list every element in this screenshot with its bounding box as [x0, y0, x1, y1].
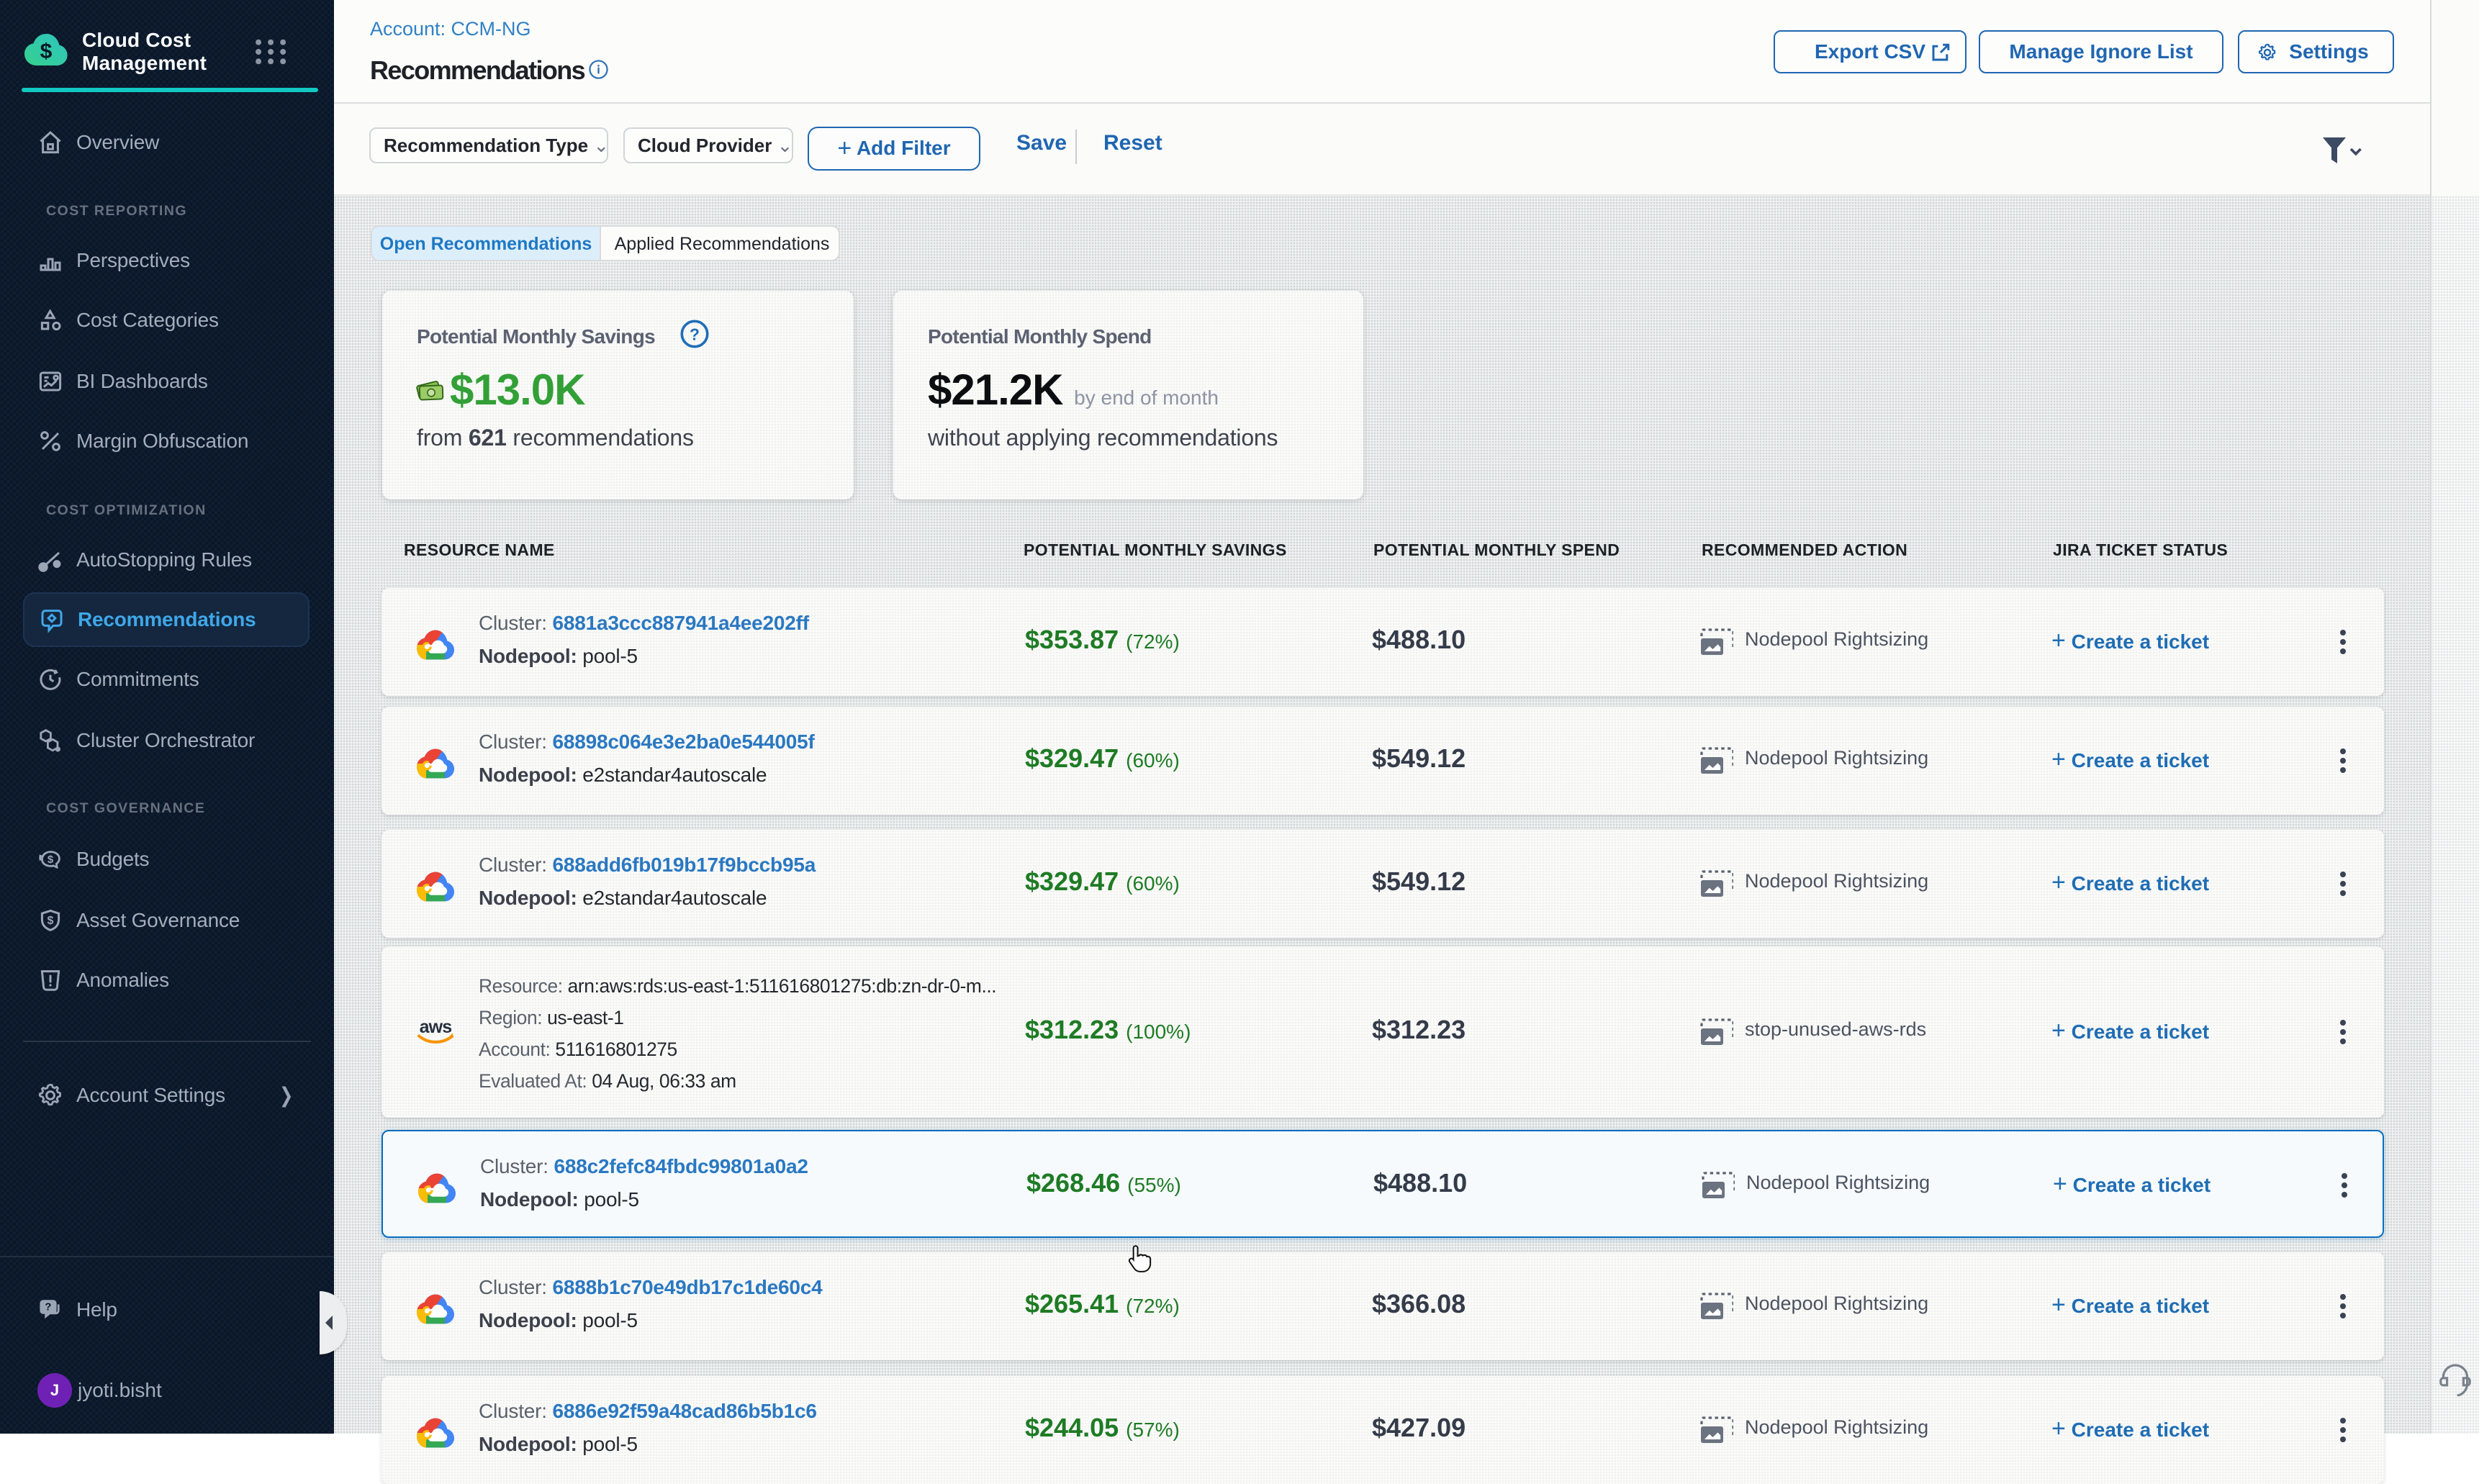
svg-text:?: ? [45, 1301, 51, 1313]
svg-text:$: $ [40, 40, 53, 63]
svg-text:$: $ [48, 915, 54, 927]
svg-text:?: ? [690, 325, 700, 344]
svg-text:aws: aws [420, 1017, 452, 1037]
svg-text:$: $ [48, 854, 54, 866]
